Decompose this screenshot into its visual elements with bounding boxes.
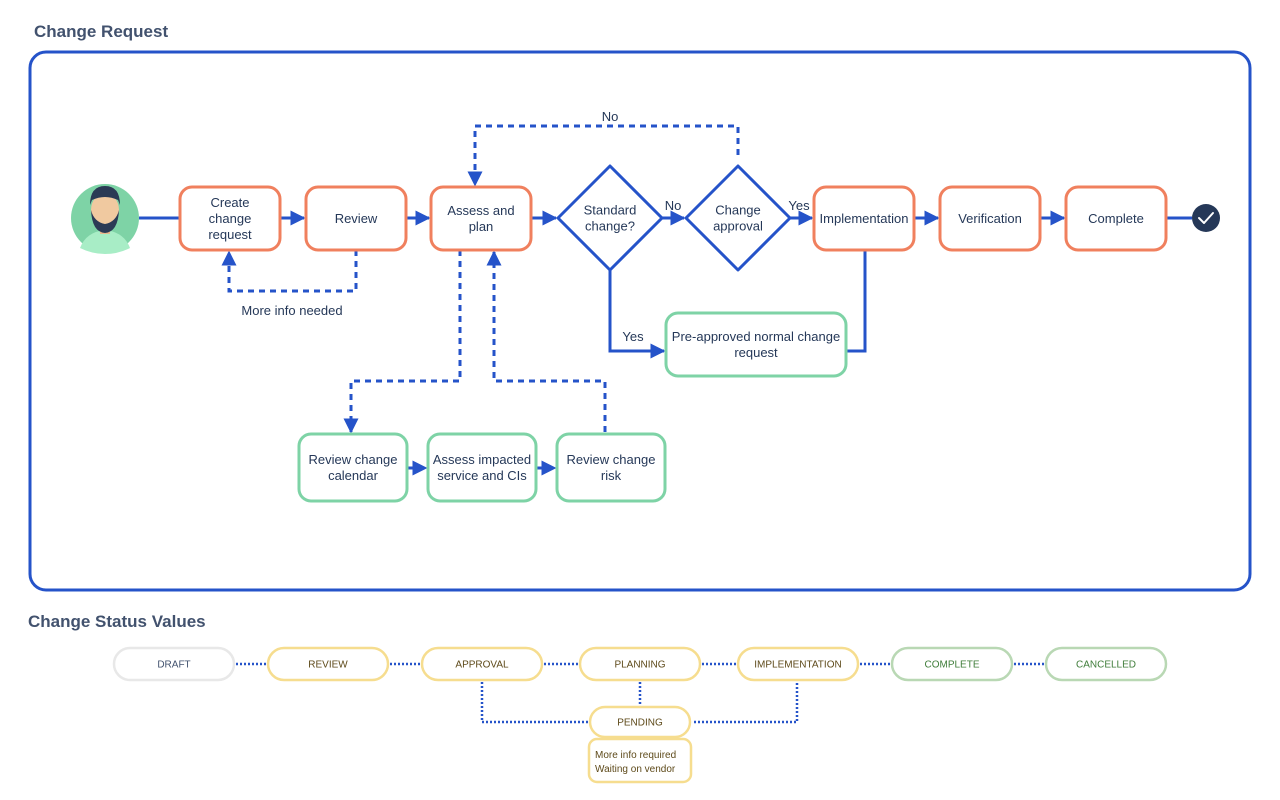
flow-node-verification: Verification [938, 185, 1042, 252]
status-pill-implementation: IMPLEMENTATION [736, 646, 860, 682]
flow-node-create: Createchangerequest [178, 185, 282, 252]
diagram-frame [28, 50, 1252, 592]
status-pill-draft: DRAFT [112, 646, 236, 682]
pending-reasons-note: More info required Waiting on vendor [587, 737, 693, 784]
node-label: request [208, 227, 252, 242]
flow-node-review-risk: Review changerisk [555, 432, 667, 503]
flow-node-review: Review [304, 185, 408, 252]
connector-preapproved-implementation [846, 250, 867, 353]
connector-more-info-loop [221, 250, 358, 293]
yes-approval-label: Yes [788, 198, 810, 213]
pending-reason: Waiting on vendor [595, 764, 676, 775]
end-node [1192, 204, 1220, 232]
flow-node-preapproved: Pre-approved normal changerequest [664, 311, 848, 378]
user-avatar-icon [71, 184, 139, 254]
yes-standard-label: Yes [622, 329, 644, 344]
pending-reason: More info required [595, 750, 676, 761]
more-info-needed-label: More info needed [241, 303, 342, 318]
node-label: plan [469, 219, 494, 234]
node-label: Review change [567, 452, 656, 467]
node-label: Assess and [447, 203, 514, 218]
flow-node-approval: Changeapproval [684, 164, 792, 272]
flow-node-assess-impacted: Assess impactedservice and CIs [426, 432, 538, 503]
no-label: No [665, 198, 682, 213]
node-label: approval [713, 219, 763, 234]
node-label: Assess impacted [433, 452, 531, 467]
flow-node-standard: Standardchange? [556, 164, 664, 272]
status-label: PLANNING [614, 660, 665, 671]
status-label: CANCELLED [1076, 660, 1136, 671]
status-pills: DRAFT REVIEW APPROVAL PLANNING IMPLEMENTATIO… [112, 646, 1168, 784]
status-label: IMPLEMENTATION [754, 660, 841, 671]
node-label: Implementation [820, 211, 909, 226]
node-label: risk [601, 468, 622, 483]
status-connector-approval-pending [480, 682, 588, 724]
status-pill-pending: PENDING [588, 705, 692, 739]
node-label: Standard [584, 203, 637, 218]
node-label: calendar [328, 468, 379, 483]
status-label: COMPLETE [924, 660, 979, 671]
node-label: Complete [1088, 211, 1144, 226]
start-node [71, 184, 139, 254]
node-label: Verification [958, 211, 1022, 226]
status-pill-review: REVIEW [266, 646, 390, 682]
node-label: request [734, 345, 778, 360]
status-label: REVIEW [308, 660, 348, 671]
change-request-diagram: CreatechangerequestReviewAssess andplanS… [28, 50, 1252, 784]
status-pill-cancelled: CANCELLED [1044, 646, 1168, 682]
node-label: Change [715, 203, 761, 218]
status-label: DRAFT [157, 660, 190, 671]
status-label: APPROVAL [455, 660, 509, 671]
connectors [139, 124, 1192, 476]
node-label: Create [210, 195, 249, 210]
node-label: Pre-approved normal change [672, 329, 840, 344]
node-label: change? [585, 219, 635, 234]
status-pill-approval: APPROVAL [420, 646, 544, 682]
flow-node-complete: Complete [1064, 185, 1168, 252]
flow-node-review-calendar: Review changecalendar [297, 432, 409, 503]
flow-node-implementation: Implementation [812, 185, 916, 252]
status-pill-planning: PLANNING [578, 646, 702, 682]
node-label: Review [335, 211, 378, 226]
flow-node-assess: Assess andplan [429, 185, 533, 252]
node-label: Review change [309, 452, 398, 467]
connector-risk-assess [486, 250, 607, 432]
status-pill-complete: COMPLETE [890, 646, 1014, 682]
no-loop-label: No [602, 109, 619, 124]
node-label: service and CIs [437, 468, 527, 483]
connector-assess-calendar [343, 250, 462, 434]
node-label: change [209, 211, 252, 226]
status-label: PENDING [617, 718, 663, 729]
status-connector-pending-implementation [694, 682, 799, 724]
flow-nodes: CreatechangerequestReviewAssess andplanS… [178, 164, 1168, 503]
